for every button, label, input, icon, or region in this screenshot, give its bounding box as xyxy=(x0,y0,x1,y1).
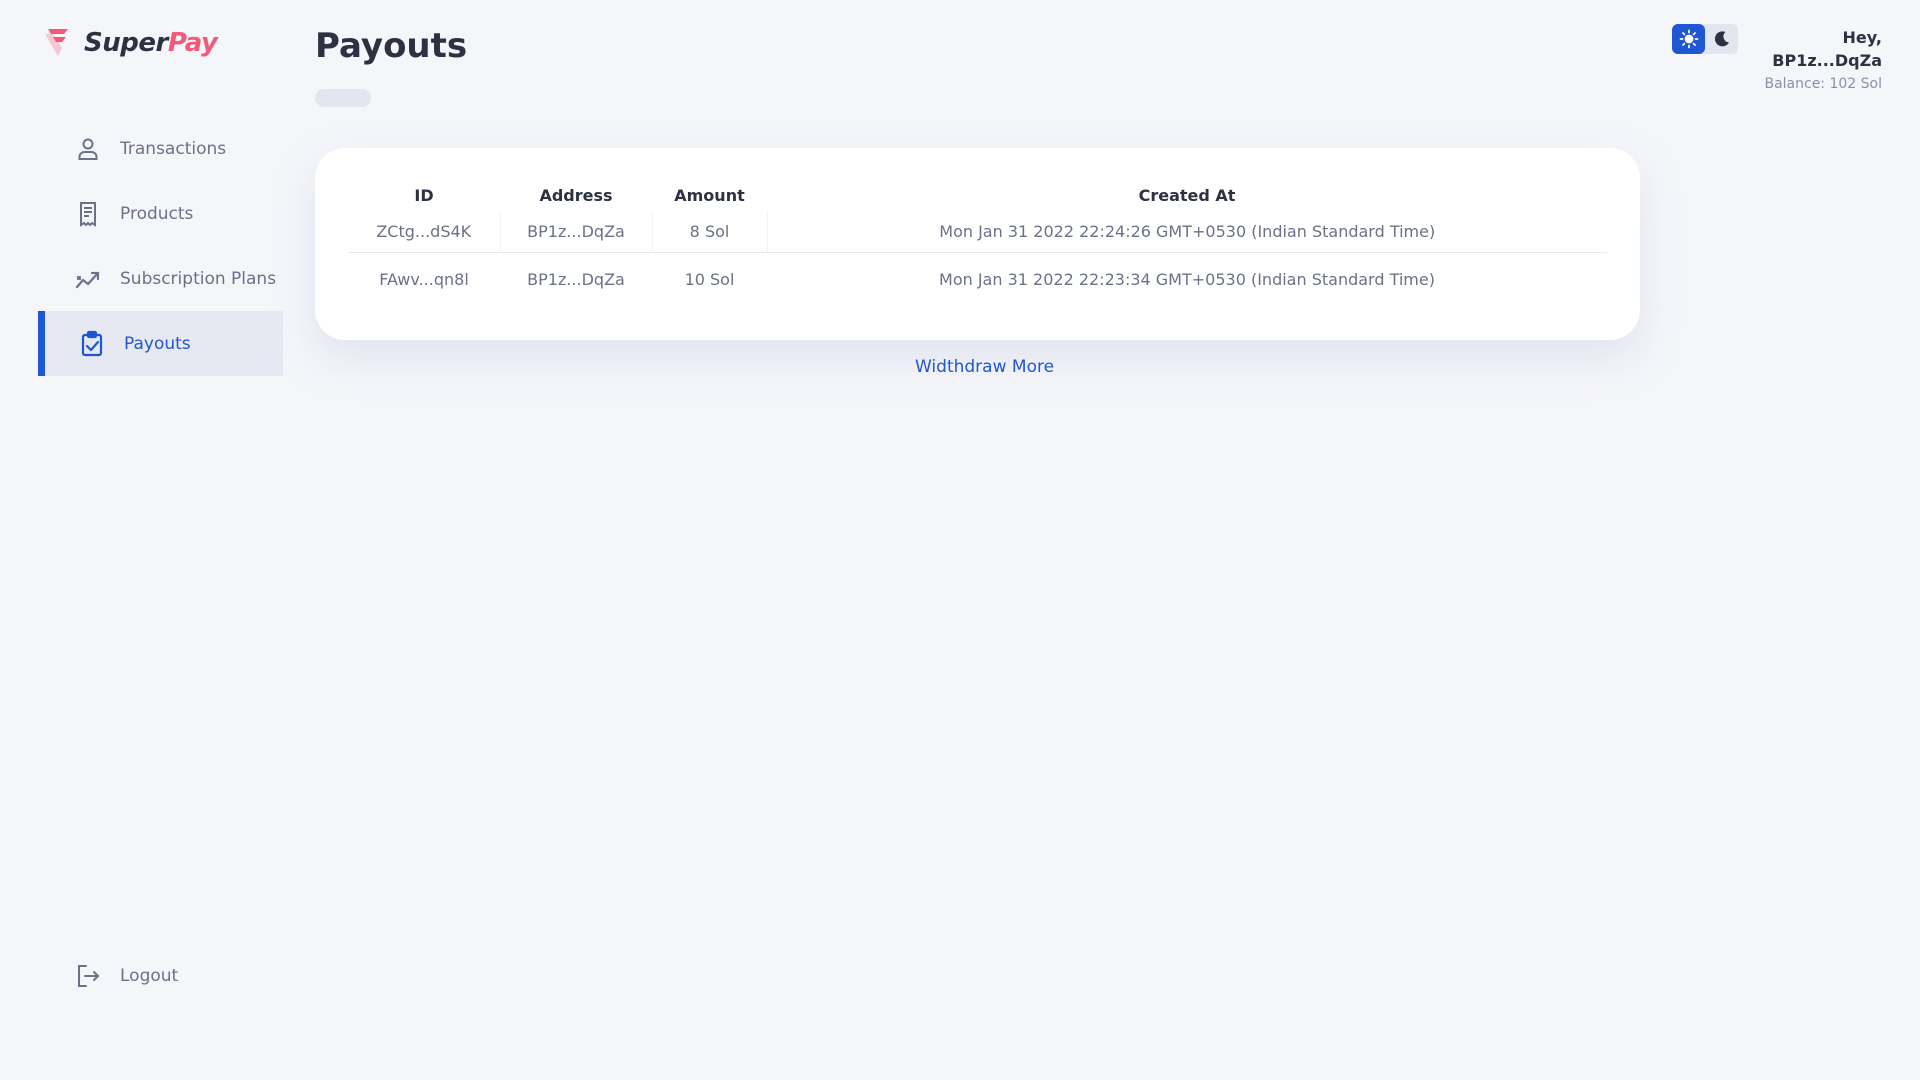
sidebar-item-payouts[interactable]: Payouts xyxy=(38,311,283,376)
column-header-created-at: Created At xyxy=(1138,185,1236,205)
cell-id: FAwv...qn8l xyxy=(379,269,469,289)
user-icon xyxy=(78,138,98,160)
clipboard-check-icon xyxy=(81,330,103,356)
logout-icon xyxy=(78,965,100,987)
column-header-amount: Amount xyxy=(674,185,745,205)
table-header-row: ID Address Amount Created At xyxy=(348,178,1607,212)
theme-toggle xyxy=(1672,24,1738,54)
brand-logo[interactable]: SuperPay xyxy=(42,26,218,60)
brand-name: SuperPay xyxy=(84,28,218,58)
cell-amount: 8 Sol xyxy=(652,212,768,253)
user-wallet-address: BP1z...DqZa xyxy=(1772,51,1882,70)
sidebar-item-label: Subscription Plans xyxy=(120,268,277,289)
cell-address: BP1z...DqZa xyxy=(527,269,625,289)
brand-name-part1: Super xyxy=(84,28,168,58)
logout-label: Logout xyxy=(120,966,179,986)
withdraw-more-link[interactable]: Widthdraw More xyxy=(915,357,1054,377)
cell-id: ZCtg...dS4K xyxy=(348,212,501,253)
column-header-address: Address xyxy=(539,185,613,205)
trend-icon xyxy=(75,271,100,288)
logout-button[interactable]: Logout xyxy=(74,962,178,990)
loading-placeholder xyxy=(315,89,371,107)
sun-icon xyxy=(1679,29,1698,49)
sidebar-item-transactions[interactable]: Transactions xyxy=(38,116,283,181)
user-balance: Balance: 102 Sol xyxy=(1764,76,1882,92)
brand-name-part2: Pay xyxy=(167,28,218,58)
payouts-table: ID Address Amount Created At ZCtg...dS4K… xyxy=(348,178,1607,306)
sidebar-item-label: Payouts xyxy=(124,333,191,354)
sidebar-item-products[interactable]: Products xyxy=(38,181,283,246)
superpay-logo-icon xyxy=(45,29,68,56)
payouts-card: ID Address Amount Created At ZCtg...dS4K… xyxy=(315,148,1640,340)
dark-mode-button[interactable] xyxy=(1705,24,1738,54)
app-root: SuperPay Transactions Products Subscript… xyxy=(0,0,1920,1080)
sidebar-nav: Transactions Products Subscription Plans xyxy=(38,116,283,376)
receipt-icon xyxy=(80,201,96,227)
sidebar-item-subscription-plans[interactable]: Subscription Plans xyxy=(38,246,283,311)
cell-created-at: Mon Jan 31 2022 22:23:34 GMT+0530 (India… xyxy=(939,269,1435,289)
table-row[interactable]: FAwv...qn8l BP1z...DqZa 10 Sol Mon Jan 3… xyxy=(348,252,1607,306)
sidebar-item-label: Transactions xyxy=(120,138,227,159)
table-row[interactable]: ZCtg...dS4K BP1z...DqZa 8 Sol Mon Jan 31… xyxy=(348,212,1607,253)
cell-amount: 10 Sol xyxy=(684,269,735,289)
moon-icon xyxy=(1714,31,1729,47)
page-title: Payouts xyxy=(315,26,468,66)
sidebar-item-label: Products xyxy=(120,203,194,224)
light-mode-button[interactable] xyxy=(1672,24,1705,54)
user-greeting: Hey, xyxy=(1842,28,1882,47)
cell-address: BP1z...DqZa xyxy=(500,212,653,253)
cell-created-at: Mon Jan 31 2022 22:24:26 GMT+0530 (India… xyxy=(767,212,1607,253)
user-info: Hey, BP1z...DqZa Balance: 102 Sol xyxy=(1764,26,1882,96)
column-header-id: ID xyxy=(414,185,434,205)
